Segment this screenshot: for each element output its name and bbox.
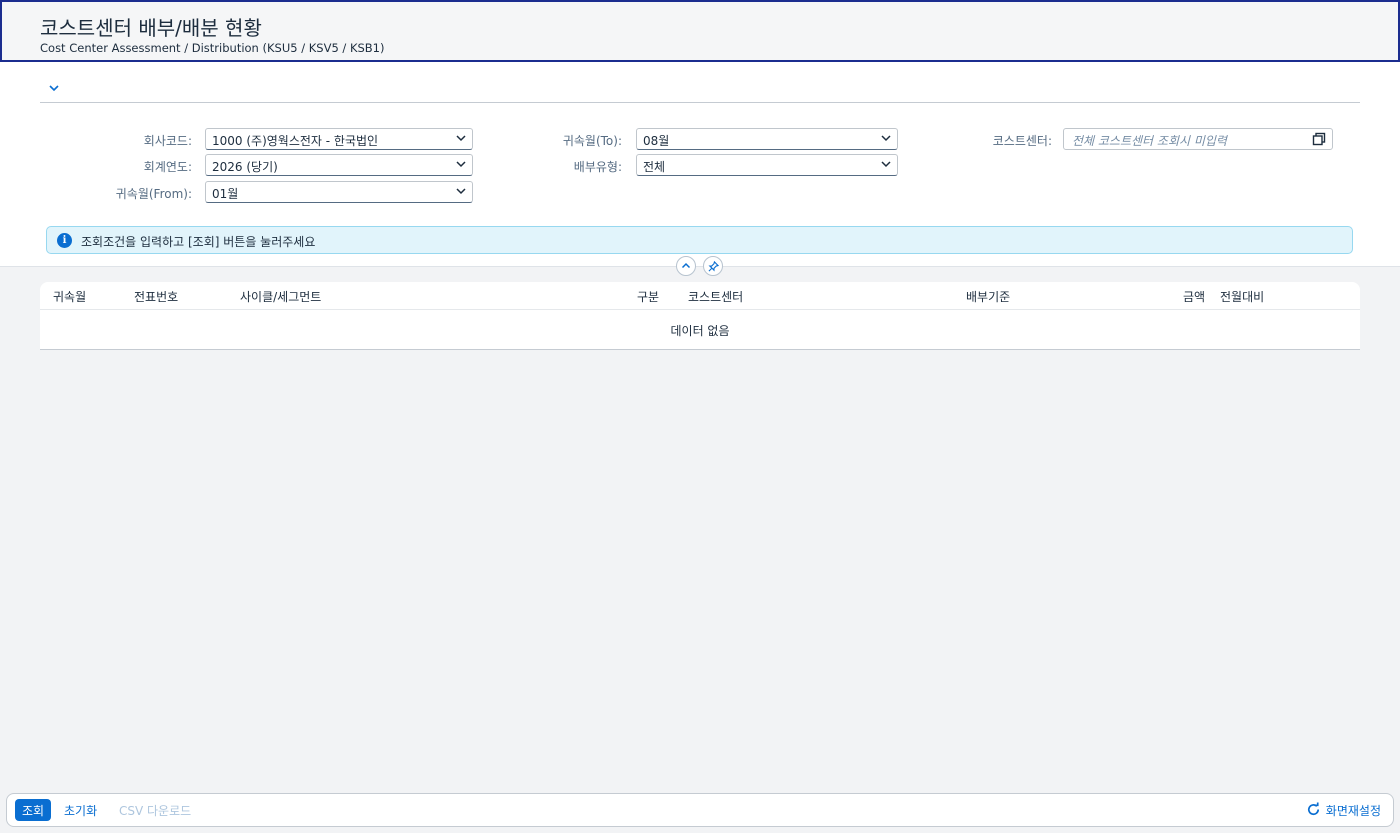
search-button[interactable]: 조회 xyxy=(15,799,52,821)
reset-button[interactable]: 초기화 xyxy=(64,802,97,819)
alloc-type-label: 배부유형: xyxy=(573,160,622,174)
period-to-value: 08월 xyxy=(643,134,670,148)
company-code-value: 1000 (주)영웍스전자 - 한국법인 xyxy=(212,134,379,148)
no-data-text: 데이터 없음 xyxy=(670,324,730,338)
refresh-icon xyxy=(1307,802,1319,816)
divider xyxy=(40,102,1360,103)
column-header[interactable]: 전표번호 xyxy=(134,288,178,305)
period-from-select[interactable]: 01월 xyxy=(205,181,473,203)
company-code-label: 회사코드: xyxy=(143,134,192,148)
chevron-down-icon xyxy=(456,161,466,168)
pin-icon xyxy=(708,261,719,272)
column-header[interactable]: 구분 xyxy=(637,288,659,305)
period-from-value: 01월 xyxy=(212,187,239,201)
info-message-text: 조회조건을 입력하고 [조회] 버튼을 눌러주세요 xyxy=(81,235,316,249)
page-header: 코스트센터 배부/배분 현황 Cost Center Assessment / … xyxy=(0,0,1400,62)
reset-view-button[interactable]: 화면재설정 xyxy=(1306,802,1381,819)
cost-center-placeholder: 전체 코스트센터 조회시 미입력 xyxy=(1072,134,1227,148)
period-to-select[interactable]: 08월 xyxy=(636,128,898,150)
page-subtitle: Cost Center Assessment / Distribution (K… xyxy=(40,41,385,55)
chevron-down-icon xyxy=(456,188,466,195)
results-table: 귀속월 전표번호 사이클/세그먼트 구분 코스트센터 배부기준 금액 전월대비 … xyxy=(40,282,1360,350)
pin-header-button[interactable] xyxy=(703,256,723,276)
fiscal-year-value: 2026 (당기) xyxy=(212,160,278,174)
chevron-up-icon xyxy=(681,262,691,269)
cost-center-label: 코스트센터: xyxy=(992,134,1052,148)
column-header[interactable]: 배부기준 xyxy=(966,288,1010,305)
page-title: 코스트센터 배부/배분 현황 xyxy=(40,16,262,40)
fiscal-year-select[interactable]: 2026 (당기) xyxy=(205,154,473,176)
fiscal-year-label: 회계연도: xyxy=(143,160,192,174)
value-help-icon[interactable] xyxy=(1312,132,1326,146)
collapse-header-button[interactable] xyxy=(676,256,696,276)
chevron-down-icon xyxy=(456,135,466,142)
column-header[interactable]: 금액 xyxy=(1183,288,1205,305)
reset-view-label: 화면재설정 xyxy=(1325,804,1381,818)
alloc-type-select[interactable]: 전체 xyxy=(636,154,898,176)
column-header[interactable]: 전월대비 xyxy=(1220,288,1264,305)
footer-toolbar: 조회 초기화 CSV 다운로드 화면재설정 xyxy=(6,793,1394,827)
column-header[interactable]: 귀속월 xyxy=(53,288,86,305)
column-header[interactable]: 코스트센터 xyxy=(688,288,743,305)
alloc-type-value: 전체 xyxy=(643,160,666,174)
company-code-select[interactable]: 1000 (주)영웍스전자 - 한국법인 xyxy=(205,128,473,150)
chevron-down-icon[interactable] xyxy=(48,82,64,96)
info-message-strip: i 조회조건을 입력하고 [조회] 버튼을 눌러주세요 xyxy=(46,226,1353,254)
info-icon: i xyxy=(57,233,72,248)
filter-bar: 회사코드: 1000 (주)영웍스전자 - 한국법인 회계연도: 2026 (당… xyxy=(0,62,1400,267)
column-header[interactable]: 사이클/세그먼트 xyxy=(240,288,321,305)
csv-download-button[interactable]: CSV 다운로드 xyxy=(119,802,191,819)
chevron-down-icon xyxy=(881,161,891,168)
period-to-label: 귀속월(To): xyxy=(562,134,622,148)
period-from-label: 귀속월(From): xyxy=(115,187,192,201)
chevron-down-icon xyxy=(881,135,891,142)
cost-center-input[interactable]: 전체 코스트센터 조회시 미입력 xyxy=(1063,128,1333,150)
header-divider xyxy=(40,309,1360,310)
